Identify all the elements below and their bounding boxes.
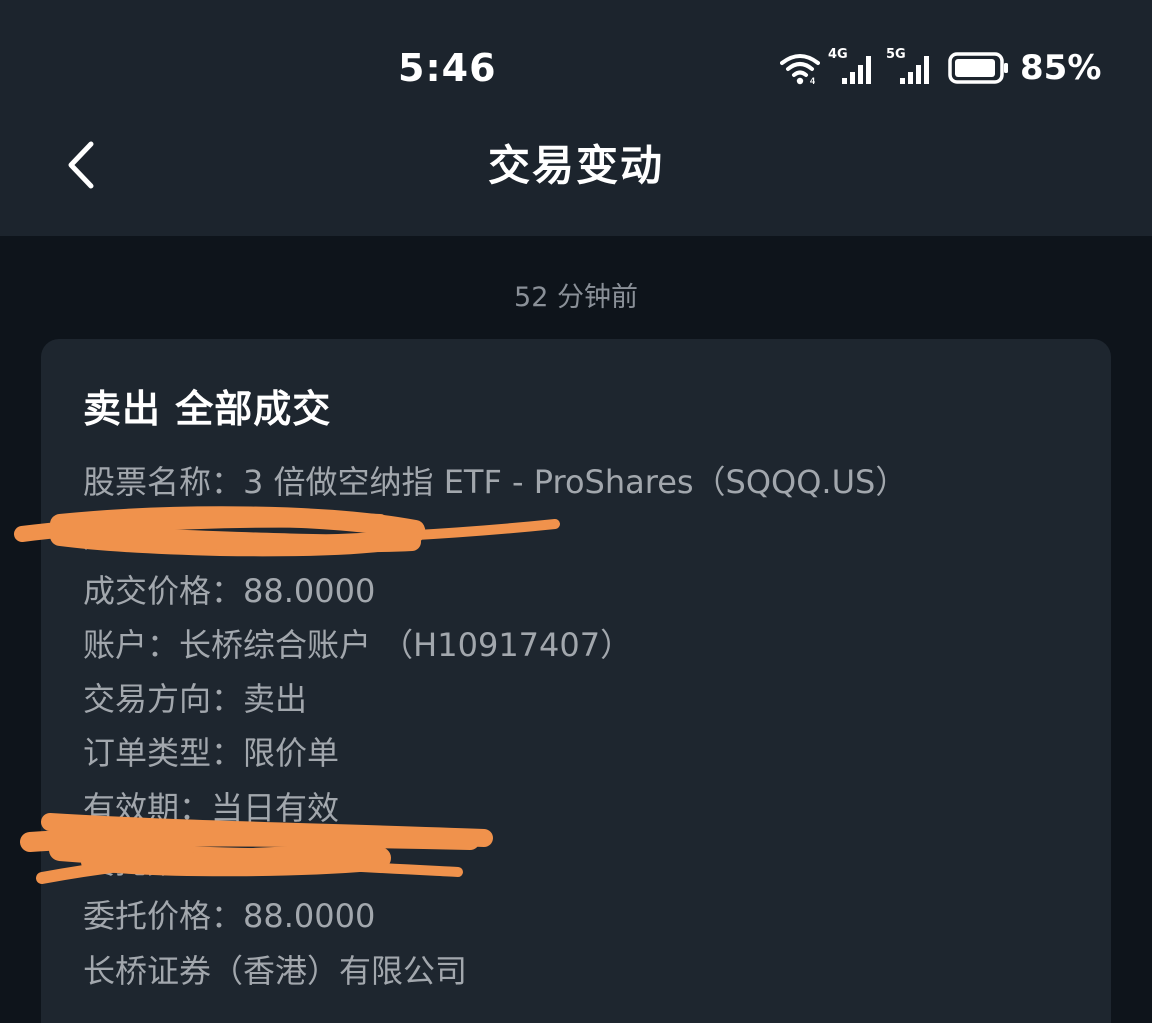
status-clock: 5:46 — [398, 46, 497, 90]
cellular-4g-icon: 4G — [828, 48, 878, 88]
screen: 5:46 4 4G 5G 85% 交易变动 52 分钟前 卖出 全部成交 股票名… — [0, 0, 1152, 1023]
top-bar: 5:46 4 4G 5G 85% 交易变动 — [0, 0, 1152, 236]
page-title: 交易变动 — [487, 141, 664, 190]
nav-bar: 交易变动 — [0, 120, 1152, 210]
detail-list: 股票名称：3 倍做空纳指 ETF - ProShares（SQQQ.US） 成交… — [83, 455, 1093, 998]
detail-stock-name: 股票名称：3 倍做空纳指 ETF - ProShares（SQQQ.US） — [83, 463, 908, 501]
card-title: 卖出 全部成交 — [83, 387, 332, 431]
status-bar: 5:46 4 4G 5G 85% — [0, 0, 1152, 120]
svg-text:4: 4 — [810, 76, 815, 85]
wifi-icon: 4 — [780, 54, 820, 85]
detail-order-type: 订单类型：限价单 — [83, 734, 340, 773]
battery-icon — [948, 52, 1008, 84]
detail-validity: 有效期：当日有效 — [83, 788, 340, 827]
notification-timestamp: 52 分钟前 — [514, 282, 638, 313]
detail-filled-price: 成交价格：88.0000 — [83, 571, 376, 610]
detail-order-price: 委托价格：88.0000 — [83, 897, 376, 936]
detail-account: 账户：长桥综合账户 （H10917407） — [83, 625, 633, 664]
cellular-5g-icon: 5G — [886, 48, 936, 88]
detail-broker: 长桥证券（香港）有限公司 — [83, 951, 468, 990]
detail-filled-quantity: 成交数 — [83, 517, 180, 556]
battery-percent: 85% — [1020, 48, 1102, 88]
trade-notification-card[interactable]: 卖出 全部成交 股票名称：3 倍做空纳指 ETF - ProShares（SQQ… — [41, 339, 1111, 1023]
detail-order-quantity: 委托数量： — [83, 843, 244, 882]
detail-direction: 交易方向：卖出 — [83, 680, 308, 719]
status-icons: 4 4G 5G 85% — [780, 44, 1101, 92]
